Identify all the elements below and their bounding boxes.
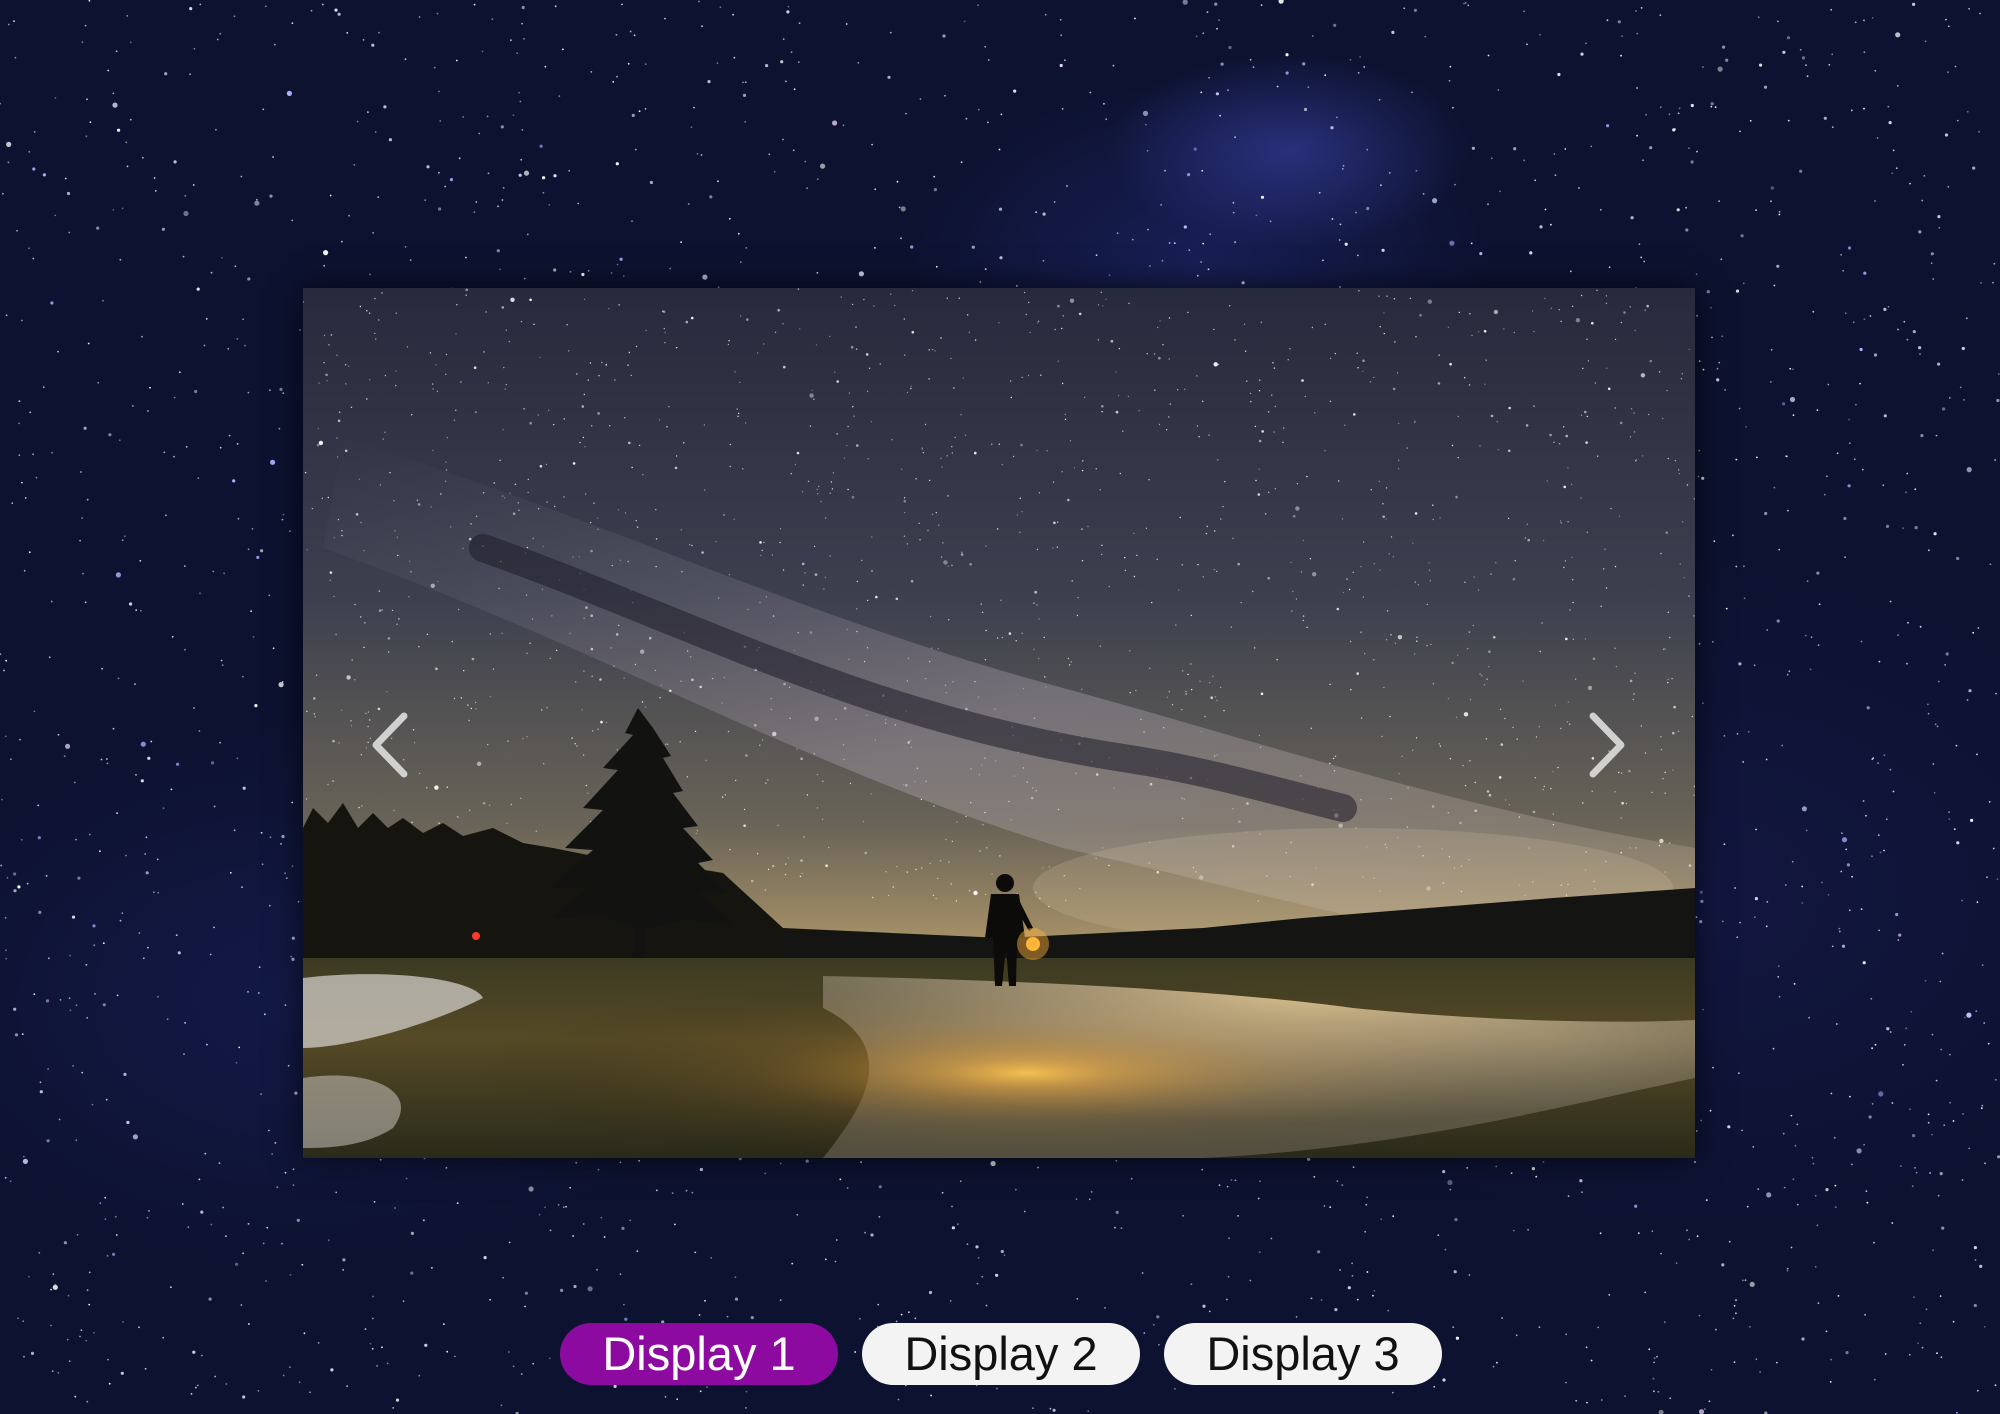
chevron-left-icon [372, 712, 408, 778]
slide-photo [303, 288, 1695, 1158]
display-tabs: Display 1 Display 2 Display 3 [560, 1323, 1442, 1385]
image-slider [303, 288, 1695, 1158]
chevron-right-icon [1589, 712, 1625, 778]
next-slide-button[interactable] [1575, 700, 1635, 790]
tab-display-1[interactable]: Display 1 [560, 1323, 838, 1385]
tab-display-2[interactable]: Display 2 [862, 1323, 1140, 1385]
tab-display-3[interactable]: Display 3 [1164, 1323, 1442, 1385]
previous-slide-button[interactable] [362, 700, 422, 790]
